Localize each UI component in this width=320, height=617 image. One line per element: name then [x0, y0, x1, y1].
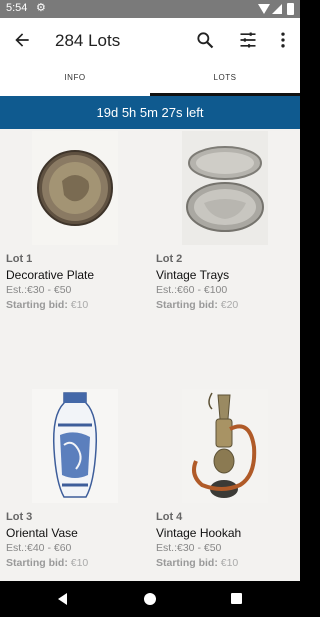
tab-bar: INFO LOTS: [0, 64, 300, 96]
lot-image: [182, 389, 268, 503]
lot-starting-bid: Starting bid: €10: [156, 557, 238, 569]
countdown-banner: 19d 5h 5m 27s left: [0, 96, 300, 129]
lot-name: Decorative Plate: [6, 268, 95, 282]
more-vert-icon[interactable]: [276, 30, 290, 50]
lot-number: Lot 1: [6, 253, 33, 265]
signal-icon: [272, 4, 282, 14]
search-icon[interactable]: [195, 30, 215, 50]
starting-bid-label: Starting bid:: [6, 299, 68, 311]
lot-starting-bid: Starting bid: €10: [6, 557, 88, 569]
page-title: 284 Lots: [55, 31, 121, 50]
wifi-icon: [258, 4, 270, 14]
starting-bid-label: Starting bid:: [6, 557, 68, 569]
lot-starting-bid: Starting bid: €20: [156, 299, 238, 311]
app-bar: 284 Lots: [0, 18, 300, 64]
starting-bid-label: Starting bid:: [156, 299, 218, 311]
starting-bid-value: €10: [70, 299, 89, 311]
lot-number: Lot 3: [6, 511, 33, 523]
lot-image: [32, 131, 118, 245]
status-time: 5:54: [6, 2, 28, 14]
lot-starting-bid: Starting bid: €10: [6, 299, 88, 311]
starting-bid-value: €10: [70, 557, 89, 569]
battery-icon: [287, 3, 294, 15]
nav-recents-icon[interactable]: [231, 593, 242, 604]
starting-bid-value: €20: [220, 299, 239, 311]
lot-image: [182, 131, 268, 245]
lot-estimate: Est.:€60 - €100: [156, 284, 228, 296]
nav-home-icon[interactable]: [144, 593, 156, 605]
arrow-left-icon[interactable]: [12, 30, 32, 50]
tab-info[interactable]: INFO: [0, 64, 150, 96]
nav-back-icon[interactable]: [58, 593, 67, 605]
gear-icon: ⚙: [36, 2, 46, 14]
lots-grid: Lot 1 Decorative Plate Est.:€30 - €50 St…: [0, 129, 300, 581]
starting-bid-value: €10: [220, 557, 239, 569]
lot-estimate: Est.:€30 - €50: [156, 542, 222, 554]
lot-number: Lot 4: [156, 511, 183, 523]
lot-name: Vintage Hookah: [156, 526, 242, 540]
lot-estimate: Est.:€40 - €60: [6, 542, 72, 554]
tune-icon[interactable]: [238, 30, 258, 50]
lot-image: [32, 389, 118, 503]
system-nav-bar: [0, 581, 300, 617]
lot-name: Oriental Vase: [6, 526, 78, 540]
status-bar: 5:54 ⚙: [0, 0, 300, 18]
tab-lots[interactable]: LOTS: [150, 64, 300, 96]
starting-bid-label: Starting bid:: [156, 557, 218, 569]
lot-name: Vintage Trays: [156, 268, 230, 282]
lot-number: Lot 2: [156, 253, 183, 265]
lot-estimate: Est.:€30 - €50: [6, 284, 72, 296]
